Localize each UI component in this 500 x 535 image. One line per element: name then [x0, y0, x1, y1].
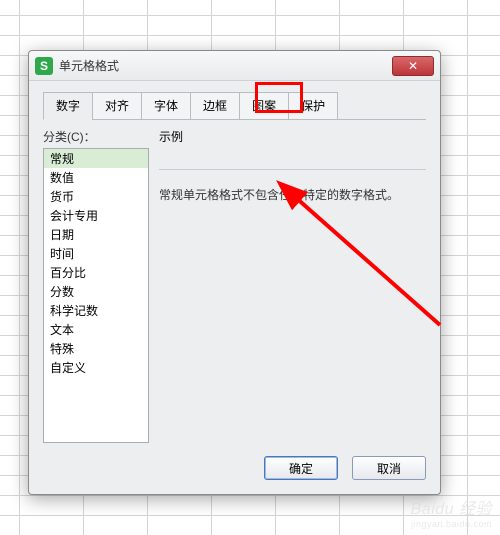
category-item-scientific[interactable]: 科学记数 [44, 301, 148, 320]
category-item-general[interactable]: 常规 [44, 149, 148, 168]
category-item-time[interactable]: 时间 [44, 244, 148, 263]
app-icon: S [35, 57, 53, 75]
category-item-date[interactable]: 日期 [44, 225, 148, 244]
category-column: 分类(C)： 常规 数值 货币 会计专用 日期 时间 百分比 分数 科学记数 文… [43, 128, 149, 443]
tab-protection[interactable]: 保护 [288, 92, 338, 120]
category-list[interactable]: 常规 数值 货币 会计专用 日期 时间 百分比 分数 科学记数 文本 特殊 自定… [43, 148, 149, 443]
close-button[interactable]: ✕ [392, 56, 434, 76]
category-item-custom[interactable]: 自定义 [44, 358, 148, 377]
category-item-special[interactable]: 特殊 [44, 339, 148, 358]
category-item-number[interactable]: 数值 [44, 168, 148, 187]
watermark: Baidu 经验 jingyan.baidu.com [411, 495, 492, 529]
category-item-fraction[interactable]: 分数 [44, 282, 148, 301]
tab-pattern[interactable]: 图案 [239, 92, 289, 120]
category-item-accounting[interactable]: 会计专用 [44, 206, 148, 225]
category-label: 分类(C)： [43, 128, 149, 145]
dialog-content: 分类(C)： 常规 数值 货币 会计专用 日期 时间 百分比 分数 科学记数 文… [29, 120, 440, 453]
tab-bar: 数字 对齐 字体 边框 图案 保护 [43, 91, 426, 120]
tab-alignment[interactable]: 对齐 [92, 92, 142, 120]
button-row: 确定 取消 [264, 456, 426, 480]
tab-font[interactable]: 字体 [141, 92, 191, 120]
cancel-button[interactable]: 取消 [352, 456, 426, 480]
dialog-title: 单元格格式 [59, 57, 392, 74]
ok-button[interactable]: 确定 [264, 456, 338, 480]
cell-format-dialog: S 单元格格式 ✕ 数字 对齐 字体 边框 图案 保护 分类(C)： 常规 数值… [28, 50, 441, 495]
example-label: 示例 [159, 128, 426, 170]
watermark-sub: jingyan.baidu.com [411, 519, 492, 529]
category-item-currency[interactable]: 货币 [44, 187, 148, 206]
watermark-main: Baidu 经验 [411, 501, 492, 518]
category-item-percentage[interactable]: 百分比 [44, 263, 148, 282]
format-description: 常规单元格格式不包含任何特定的数字格式。 [159, 186, 426, 204]
tab-border[interactable]: 边框 [190, 92, 240, 120]
preview-column: 示例 常规单元格格式不包含任何特定的数字格式。 [159, 128, 426, 443]
dialog-titlebar: S 单元格格式 ✕ [29, 51, 440, 81]
category-item-text[interactable]: 文本 [44, 320, 148, 339]
tab-number[interactable]: 数字 [43, 92, 93, 120]
